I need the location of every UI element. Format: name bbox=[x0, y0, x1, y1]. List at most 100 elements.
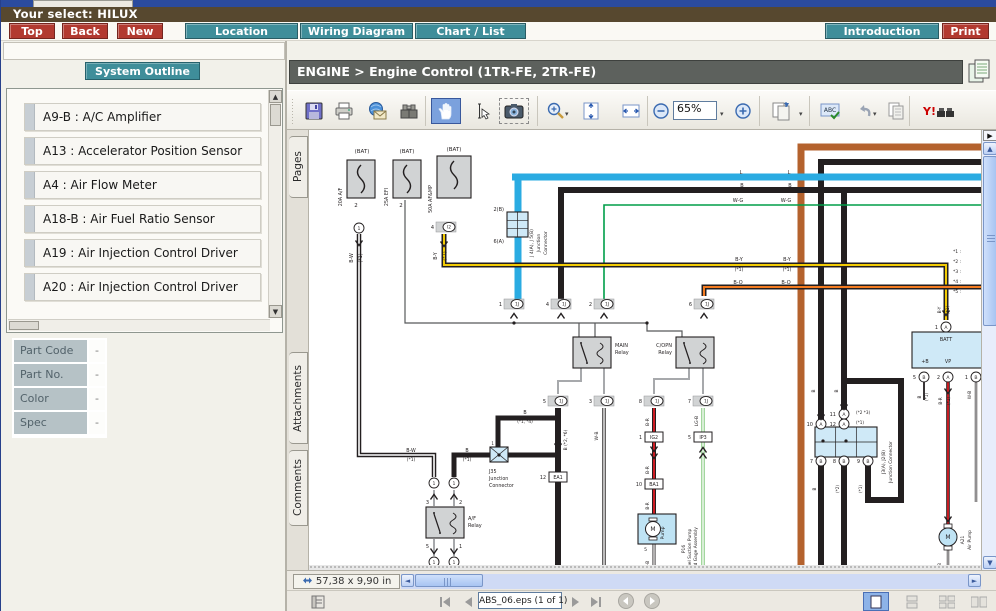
toolbar-separator bbox=[647, 96, 648, 126]
undo-dropdown[interactable]: ▾ bbox=[873, 110, 877, 118]
diagram-label: B-R bbox=[645, 502, 650, 509]
panel-toggle-icon[interactable] bbox=[309, 593, 327, 610]
diagram-canvas[interactable]: M M 1J 1 1J 4 1J 2 1J 6 1J 5 1J 3 1J 8 1J 7 I2 4 1 1 1 1 1 A 1 B 5 A 2… bbox=[309, 130, 981, 570]
zoom-level-input[interactable]: 65% bbox=[673, 101, 717, 120]
single-page-layout-button[interactable] bbox=[863, 592, 889, 611]
fit-page-button[interactable] bbox=[578, 98, 604, 124]
facing-layout-button[interactable] bbox=[966, 592, 992, 611]
document-icon[interactable] bbox=[967, 58, 993, 85]
tab-attachments[interactable]: Attachments bbox=[289, 352, 308, 444]
scroll-thumb[interactable] bbox=[9, 321, 39, 330]
diagram-label: Connector bbox=[489, 483, 514, 489]
last-page-button[interactable] bbox=[587, 593, 605, 610]
junction-dot bbox=[844, 439, 848, 443]
diagram-label: B bbox=[812, 487, 817, 490]
zoom-out-button[interactable] bbox=[651, 98, 671, 124]
list-item[interactable]: A9-B : A/C Amplifier bbox=[24, 103, 261, 131]
connector-code: 1 bbox=[358, 226, 361, 232]
list-horizontal-scrollbar[interactable] bbox=[8, 319, 270, 331]
yahoo-search-button[interactable]: Y! bbox=[919, 98, 961, 124]
diagram-label: Fuel Suction Pump bbox=[687, 528, 693, 569]
relay-pin bbox=[689, 362, 691, 364]
wiring-diagram-button[interactable]: Wiring Diagram bbox=[300, 23, 413, 39]
scroll-right-button[interactable]: ► bbox=[968, 574, 981, 587]
hand-tool-button[interactable] bbox=[431, 98, 461, 124]
scroll-thumb[interactable] bbox=[270, 104, 281, 126]
diagram-label: W-G bbox=[733, 198, 744, 204]
diagram-label: C/OPN bbox=[656, 343, 672, 349]
wire-tag-number: 12 bbox=[540, 475, 546, 481]
diagram-label: Junction bbox=[536, 234, 542, 254]
next-view-button[interactable] bbox=[644, 593, 660, 609]
introduction-button[interactable]: Introduction bbox=[825, 23, 939, 39]
diagram-label: A/F bbox=[468, 516, 476, 522]
collapse-arrow-button[interactable]: ▶ bbox=[983, 130, 996, 141]
first-page-button[interactable] bbox=[436, 593, 454, 610]
scroll-thumb[interactable] bbox=[415, 574, 483, 587]
diagram-label: 1 bbox=[459, 544, 462, 550]
scroll-up-button[interactable]: ▲ bbox=[269, 90, 282, 103]
current-file-field[interactable]: ABS_06.eps (1 of 1) bbox=[478, 592, 567, 609]
chart-list-button[interactable]: Chart / List bbox=[415, 23, 526, 39]
relay-pin bbox=[683, 342, 685, 344]
copy-button[interactable] bbox=[883, 98, 909, 124]
scroll-up-button[interactable]: ▲ bbox=[983, 142, 996, 155]
flow-arrow bbox=[599, 312, 609, 319]
system-outline-button[interactable]: System Outline bbox=[85, 62, 200, 80]
diagram-label: Relay bbox=[615, 350, 629, 356]
spellcheck-button[interactable]: ABC bbox=[817, 98, 843, 124]
search-binoculars-button[interactable] bbox=[396, 98, 422, 124]
next-page-button[interactable] bbox=[567, 593, 585, 610]
diagram-label: (*2 *3) bbox=[856, 410, 870, 415]
diagram-label: B bbox=[834, 389, 840, 392]
previous-page-button[interactable] bbox=[459, 593, 477, 610]
wire-tag-number: 1 bbox=[639, 435, 642, 441]
list-item[interactable]: A13 : Accelerator Position Sensor bbox=[24, 137, 261, 165]
scroll-down-button[interactable]: ▼ bbox=[269, 305, 282, 318]
connector-number: 7 bbox=[810, 459, 813, 465]
tab-comments[interactable]: Comments bbox=[289, 450, 308, 526]
top-button[interactable]: Top bbox=[9, 23, 55, 39]
scroll-left-button[interactable]: ◄ bbox=[401, 574, 414, 587]
canvas-vertical-scrollbar[interactable]: ▶ ▲ ▼ bbox=[981, 130, 996, 570]
zoom-level-dropdown[interactable]: ▾ bbox=[720, 110, 724, 118]
new-button[interactable]: New bbox=[117, 23, 163, 39]
snapshot-tool-button[interactable] bbox=[499, 98, 529, 124]
connector-number: 2 bbox=[589, 302, 592, 308]
zoom-in-button[interactable] bbox=[733, 98, 753, 124]
diagram-label: J 4(A), J 5(B) bbox=[529, 229, 535, 258]
canvas-horizontal-scrollbar[interactable]: ◄ ► bbox=[401, 574, 981, 589]
list-item[interactable]: A4 : Air Flow Meter bbox=[24, 171, 261, 199]
print-button-toolbar[interactable] bbox=[331, 98, 357, 124]
part-info-row: Color - bbox=[14, 388, 105, 410]
save-button[interactable] bbox=[301, 98, 327, 124]
wire-tag-number: 10 bbox=[636, 482, 642, 488]
toolbar-grip[interactable] bbox=[291, 98, 295, 124]
diagram-label: J35 bbox=[488, 469, 497, 475]
list-vertical-scrollbar[interactable]: ▲ ▼ bbox=[268, 90, 282, 318]
continuous-layout-button[interactable] bbox=[899, 592, 925, 611]
page-options-dropdown[interactable]: ▾ bbox=[799, 110, 803, 118]
page-options-button[interactable] bbox=[767, 98, 797, 124]
tab-pages[interactable]: Pages bbox=[289, 136, 308, 198]
scroll-down-button[interactable]: ▼ bbox=[983, 556, 996, 569]
continuous-facing-layout-button[interactable] bbox=[934, 592, 960, 611]
connector-code: 1J bbox=[562, 302, 566, 308]
email-button[interactable] bbox=[364, 98, 390, 124]
fit-width-button[interactable] bbox=[618, 98, 644, 124]
previous-view-button[interactable] bbox=[618, 593, 634, 609]
print-button[interactable]: Print bbox=[942, 23, 989, 39]
connector-number: 9 bbox=[857, 459, 860, 465]
relay-pin bbox=[580, 342, 582, 344]
diagram-label: (*1) bbox=[856, 420, 864, 425]
diagram-label: B-R bbox=[645, 418, 651, 426]
scroll-thumb[interactable] bbox=[983, 156, 996, 326]
location-button[interactable]: Location bbox=[185, 23, 298, 39]
select-tool-button[interactable] bbox=[469, 98, 495, 124]
back-button[interactable]: Back bbox=[62, 23, 108, 39]
list-item[interactable]: A20 : Air Injection Control Driver bbox=[24, 273, 261, 301]
diagram-label: B bbox=[917, 395, 922, 398]
zoom-tool-dropdown[interactable]: ▾ bbox=[565, 110, 569, 118]
list-item[interactable]: A18-B : Air Fuel Ratio Sensor bbox=[24, 205, 261, 233]
list-item[interactable]: A19 : Air Injection Control Driver bbox=[24, 239, 261, 267]
